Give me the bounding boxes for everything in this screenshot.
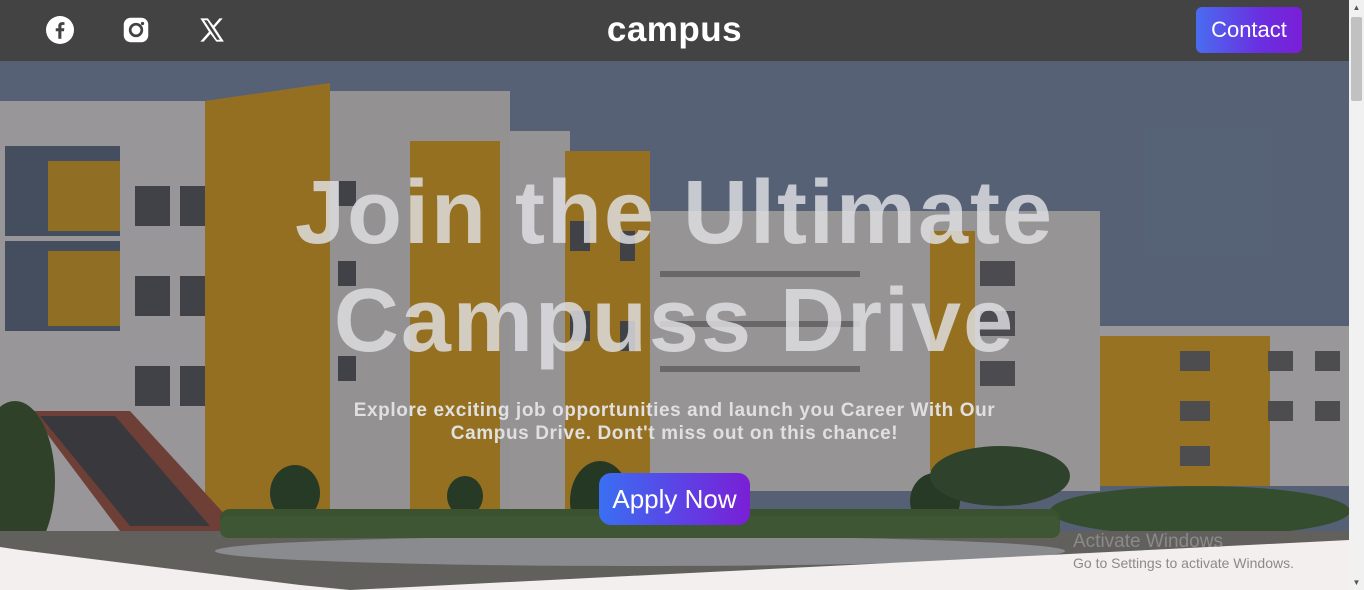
activate-windows-title: Activate Windows [1073, 531, 1223, 552]
page-scrollbar[interactable]: ▲ ▼ [1349, 0, 1364, 590]
hero-subtext: Explore exciting job opportunities and l… [300, 399, 1049, 445]
hero-subtext-line1: Explore exciting job opportunities and l… [353, 400, 996, 421]
contact-button[interactable]: Contact [1196, 7, 1302, 53]
scroll-up-arrow-icon[interactable]: ▲ [1349, 0, 1364, 15]
scroll-down-arrow-icon[interactable]: ▼ [1349, 575, 1364, 590]
brand-title: campus [606, 10, 743, 49]
page: campus Contact Join the Ultimate Campuss… [0, 0, 1349, 590]
activate-windows-subtitle: Go to Settings to activate Windows. [1073, 555, 1294, 571]
hero-headline-line2: Campuss Drive [333, 271, 1016, 371]
navbar: campus Contact [0, 0, 1349, 61]
hero-section: Join the Ultimate Campuss Drive Explore … [0, 61, 1349, 590]
hero-headline: Join the Ultimate Campuss Drive [0, 159, 1349, 375]
activate-windows-watermark: Activate Windows Go to Settings to activ… [1073, 531, 1294, 571]
apply-now-button[interactable]: Apply Now [599, 473, 750, 525]
hero-subtext-line2: Campus Drive. Dont't miss out on this ch… [450, 423, 899, 444]
scroll-thumb[interactable] [1351, 17, 1362, 101]
hero-headline-line1: Join the Ultimate [294, 163, 1055, 263]
